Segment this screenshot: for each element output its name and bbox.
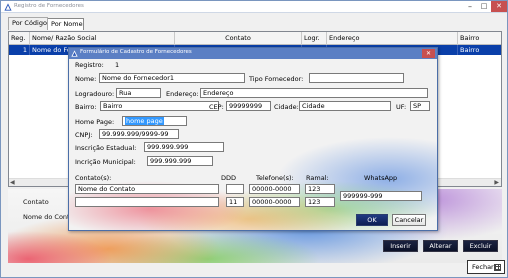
logradouro-label: Logradouro: xyxy=(75,90,115,98)
main-window-title: Registro de Fornecedores xyxy=(14,3,84,9)
cnpj-field[interactable]: 99.999.999/9999-99 xyxy=(99,129,179,139)
cidade-label: Cidade: xyxy=(274,103,299,111)
uf-label: UF: xyxy=(396,103,407,111)
col-header-endereco[interactable]: Endereço xyxy=(327,32,458,45)
contato-nome-field[interactable]: Nome do Contato xyxy=(75,184,219,194)
cnpj-label: CNPJ: xyxy=(75,131,93,139)
grid-header: Reg. Nome/ Razão Social Contato Logr. En… xyxy=(9,32,501,45)
scroll-left-icon[interactable]: ◀ xyxy=(10,179,15,187)
inscricao-municipal-field[interactable]: 999.999.999 xyxy=(147,156,213,166)
minimize-button[interactable]: – xyxy=(463,1,477,12)
col-header-logr[interactable]: Logr. xyxy=(302,32,327,45)
contato-ramal-field[interactable]: 123 xyxy=(305,184,335,194)
scroll-right-icon[interactable]: ▶ xyxy=(494,179,499,187)
app-logo-icon xyxy=(71,50,78,57)
supplier-form-dialog: Formulário de Cadastro de Fornecedores ✕… xyxy=(68,47,438,231)
cell-bairro: Bairro xyxy=(460,46,480,54)
cancel-button[interactable]: Cancelar xyxy=(392,214,426,226)
contato-ramal-field[interactable]: 123 xyxy=(305,197,335,207)
home-page-value: home page xyxy=(125,117,164,125)
dialog-title: Formulário de Cadastro de Fornecedores xyxy=(80,49,192,55)
contato-telefone-field[interactable]: 00000-0000 xyxy=(249,184,300,194)
col-header-contato[interactable]: Contato xyxy=(175,32,302,45)
ramal-label: Ramal: xyxy=(306,174,329,182)
home-page-label: Home Page: xyxy=(75,118,115,126)
cell-reg: 1 xyxy=(9,45,30,55)
ok-button[interactable]: OK xyxy=(356,214,388,226)
col-header-reg[interactable]: Reg. xyxy=(9,32,30,45)
endereco-field[interactable]: Endereço xyxy=(200,88,428,98)
inscricao-estadual-field[interactable]: 999.999.999 xyxy=(144,142,224,152)
contato-label: Contato xyxy=(23,198,49,206)
endereco-label: Endereço: xyxy=(166,90,199,98)
grid-icon xyxy=(494,264,501,271)
telefone-label: Telefone(s): xyxy=(256,174,294,182)
inscricao-municipal-label: Incrição Municipal: xyxy=(75,158,136,166)
bairro-label: Bairro: xyxy=(75,103,97,111)
tab-por-codigo[interactable]: Por Código xyxy=(8,17,48,30)
ddd-label: DDD xyxy=(221,174,237,182)
contato-nome-field[interactable] xyxy=(75,197,219,207)
fechar-label: Fechar xyxy=(472,263,494,271)
contato-ddd-field[interactable]: 11 xyxy=(226,197,244,207)
contato-ddd-field[interactable] xyxy=(226,184,244,194)
whatsapp-label: WhatsApp xyxy=(364,174,398,182)
contato-telefone-field[interactable]: 00000-0000 xyxy=(249,197,300,207)
dialog-titlebar: Formulário de Cadastro de Fornecedores ✕ xyxy=(69,48,437,59)
dialog-close-button[interactable]: ✕ xyxy=(422,49,435,58)
contatos-label: Contato(s): xyxy=(75,174,112,182)
app-logo-icon xyxy=(4,3,12,11)
registro-value: 1 xyxy=(115,61,120,69)
whatsapp-field[interactable]: 999999-999 xyxy=(340,191,422,201)
registro-label: Registro: xyxy=(75,61,104,69)
logradouro-field[interactable]: Rua xyxy=(116,88,161,98)
main-titlebar: Registro de Fornecedores – □ ✕ xyxy=(1,1,507,13)
fechar-button[interactable]: Fechar xyxy=(467,260,505,274)
nome-contato-label: Nome do Conta xyxy=(23,213,74,221)
home-page-field[interactable]: home page xyxy=(122,116,187,126)
cidade-field[interactable]: Cidade xyxy=(299,101,391,111)
uf-field[interactable]: SP xyxy=(410,101,430,111)
alterar-button[interactable]: Alterar xyxy=(423,240,458,252)
nome-label: Nome: xyxy=(75,75,97,83)
maximize-button[interactable]: □ xyxy=(477,1,491,12)
col-header-bairro[interactable]: Bairro xyxy=(458,32,501,45)
inscricao-estadual-label: Inscrição Estadual: xyxy=(75,144,137,152)
tab-por-nome[interactable]: Por Nome xyxy=(47,18,84,30)
cep-field[interactable]: 99999999 xyxy=(226,101,271,111)
excluir-button[interactable]: Excluir xyxy=(463,240,498,252)
tipo-fornecedor-label: Tipo Fornecedor: xyxy=(249,75,304,83)
close-window-button[interactable]: ✕ xyxy=(491,1,507,12)
nome-field[interactable]: Nome do Fornecedor1 xyxy=(99,73,245,83)
cep-label: CEP: xyxy=(209,103,224,111)
col-header-nome[interactable]: Nome/ Razão Social xyxy=(30,32,175,45)
inserir-button[interactable]: Inserir xyxy=(383,240,418,252)
tipo-fornecedor-field[interactable] xyxy=(309,73,404,83)
bairro-field[interactable]: Bairro xyxy=(100,101,219,111)
